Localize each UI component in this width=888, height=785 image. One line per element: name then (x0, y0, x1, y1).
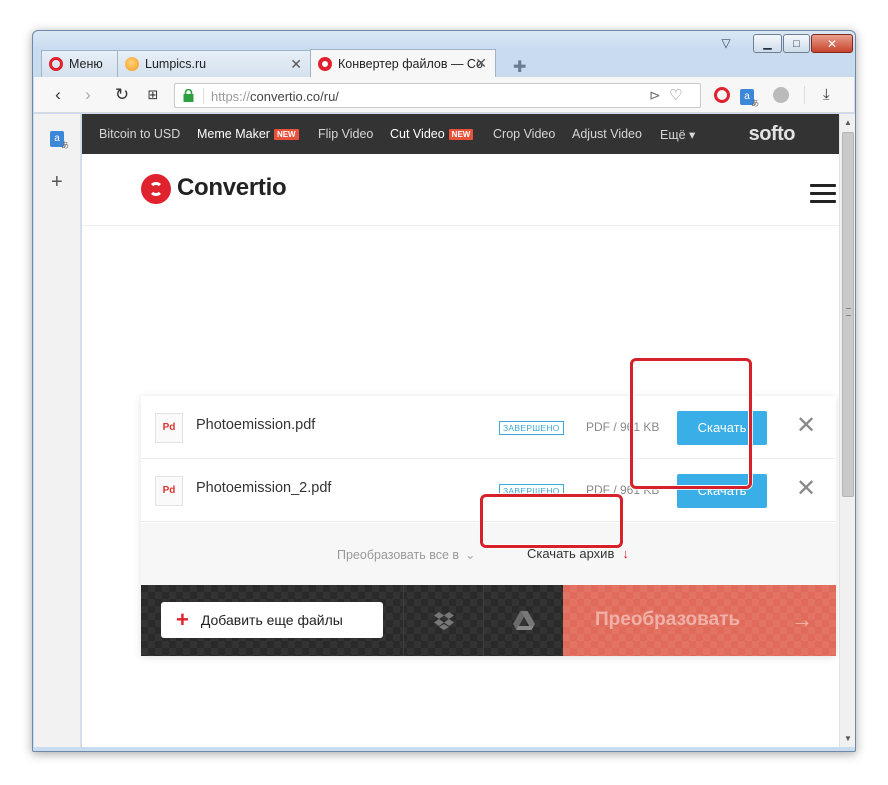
minimize-button[interactable]: ▁ (753, 34, 782, 53)
add-files-button[interactable]: + Добавить еще файлы (161, 602, 383, 638)
tab-label: Конвертер файлов — Co (338, 56, 483, 71)
google-drive-icon (512, 611, 535, 630)
remove-file-icon[interactable]: ✕ (796, 414, 816, 438)
reload-icon[interactable]: ↻ (112, 85, 132, 105)
promo-link-crop-video[interactable]: Crop Video (493, 127, 555, 141)
url-divider (203, 88, 204, 104)
download-archive-link[interactable]: Скачать архив ↓ (527, 546, 629, 561)
close-window-button[interactable]: ✕ (811, 34, 853, 53)
globe-icon[interactable] (773, 87, 789, 103)
pdf-file-icon: Pd (155, 413, 183, 443)
convert-button[interactable]: Преобразовать → (563, 585, 836, 656)
url-text[interactable]: https://convertio.co/ru/ (211, 89, 339, 104)
opera-icon (49, 57, 63, 71)
arrow-right-icon: → (791, 607, 813, 632)
tab-opera-menu[interactable]: Меню (41, 50, 118, 77)
toolbar-divider (804, 86, 805, 104)
convert-all-dropdown[interactable]: Преобразовать все в ⌄ (337, 547, 476, 562)
highlight-archive-link (480, 494, 623, 548)
tab-close-icon[interactable]: ✕ (290, 56, 302, 73)
promo-bar: Bitcoin to USD Meme Maker NEW Flip Video … (82, 114, 839, 154)
softo-logo[interactable]: softo (749, 123, 796, 146)
new-badge: NEW (273, 129, 299, 140)
download-icon[interactable]: ⤓ (823, 86, 830, 104)
new-tab-plus-icon[interactable]: ✚ (513, 57, 526, 77)
promo-link-flip-video[interactable]: Flip Video (318, 127, 373, 141)
address-bar[interactable]: https://convertio.co/ru/ ⊳ ♡ (174, 83, 701, 108)
promo-link-adjust-video[interactable]: Adjust Video (572, 127, 642, 141)
tab-strip: Меню Lumpics.ru ✕ Конвертер файлов — Co … (41, 49, 496, 77)
back-arrow-icon[interactable]: ‹ (48, 85, 68, 105)
add-panel-icon[interactable]: + (51, 171, 63, 194)
convert-label: Преобразовать (595, 609, 741, 630)
plus-icon: + (176, 607, 189, 632)
dropbox-button[interactable] (403, 585, 483, 656)
google-drive-button[interactable] (483, 585, 563, 656)
address-toolbar: ‹ › ↻ ⊞ https://convertio.co/ru/ ⊳ ♡ aあ … (34, 77, 854, 113)
scrollbar-thumb[interactable] (842, 132, 854, 497)
scroll-up-icon[interactable]: ▲ (844, 118, 852, 127)
promo-link-cut-video[interactable]: Cut Video NEW (390, 127, 474, 141)
tab-label: Lumpics.ru (145, 57, 207, 71)
promo-link-meme-maker[interactable]: Meme Maker NEW (197, 127, 299, 141)
convertio-icon (318, 56, 332, 71)
vertical-scrollbar[interactable]: ▲ ▼ (839, 114, 855, 747)
sidebar: aあ + (34, 114, 81, 747)
dropbox-icon (433, 611, 454, 630)
tab-menu-icon[interactable]: ▽ (717, 36, 735, 50)
send-icon[interactable]: ⊳ (649, 87, 661, 104)
hamburger-menu-icon[interactable] (810, 184, 836, 204)
file-name: Photoemission.pdf (196, 417, 316, 433)
status-badge: ЗАВЕРШЕНО (499, 421, 564, 435)
tab-convertio[interactable]: Конвертер файлов — Co ✕ (310, 49, 496, 77)
pdf-file-icon: Pd (155, 476, 183, 506)
heart-icon[interactable]: ♡ (669, 86, 682, 104)
remove-file-icon[interactable]: ✕ (796, 477, 816, 501)
maximize-button[interactable]: □ (783, 34, 810, 53)
upload-bar: + Добавить еще файлы Преобразовать → (141, 585, 836, 656)
lock-icon (183, 89, 194, 102)
download-arrow-icon: ↓ (622, 546, 629, 561)
scroll-down-icon[interactable]: ▼ (844, 734, 852, 743)
translate-icon[interactable]: aあ (50, 128, 69, 150)
opera-icon[interactable] (714, 87, 730, 103)
logo-text[interactable]: Convertio (177, 174, 287, 202)
promo-link-bitcoin[interactable]: Bitcoin to USD (99, 127, 180, 141)
chevron-down-icon: ⌄ (465, 548, 476, 562)
forward-arrow-icon[interactable]: › (78, 85, 98, 105)
screenshot-stage: ▽ ▁ □ ✕ Меню Lumpics.ru ✕ Конвертер файл… (0, 0, 888, 785)
file-name: Photoemission_2.pdf (196, 480, 332, 496)
lumpics-icon (125, 57, 139, 71)
site-header: Convertio (82, 154, 839, 226)
tab-label: Меню (69, 57, 103, 71)
tab-lumpics[interactable]: Lumpics.ru ✕ (117, 50, 311, 77)
translate-icon[interactable]: aあ (740, 86, 759, 108)
tab-close-icon[interactable]: ✕ (475, 55, 487, 72)
convertio-logo-icon[interactable] (141, 174, 171, 204)
tab-grid-icon[interactable]: ⊞ (143, 85, 163, 105)
new-badge: NEW (448, 129, 474, 140)
promo-link-more[interactable]: Ещё ▾ (660, 127, 695, 142)
highlight-download-buttons (630, 358, 752, 489)
